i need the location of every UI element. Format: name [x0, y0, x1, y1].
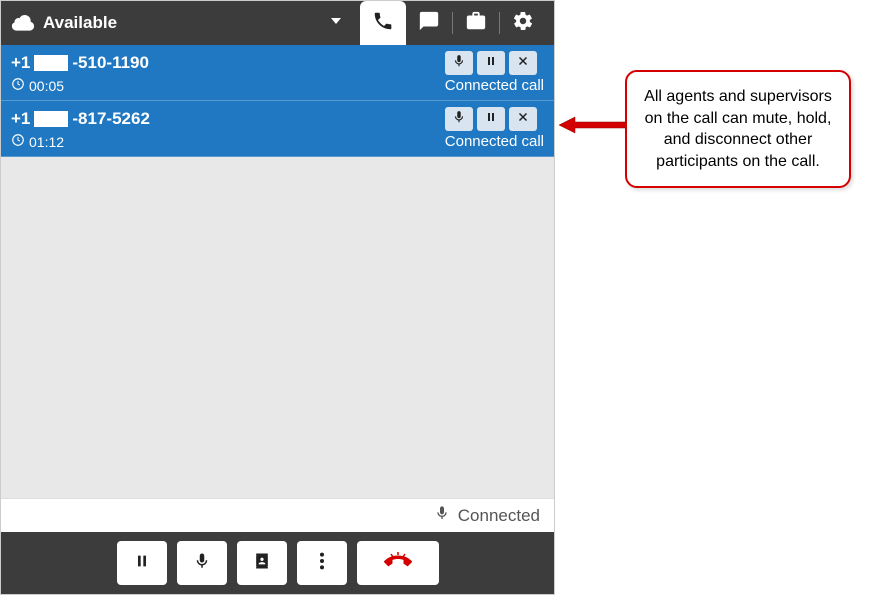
briefcase-icon — [465, 10, 487, 37]
call-list: +1 -510-1190 — [1, 45, 554, 157]
chat-icon — [418, 10, 440, 37]
tab-chat[interactable] — [406, 1, 452, 45]
mute-all-button[interactable] — [177, 541, 227, 585]
call-duration: 01:12 — [11, 133, 445, 150]
call-duration: 00:05 — [11, 77, 445, 94]
annotation-arrow — [557, 113, 627, 143]
status-text: Available — [43, 13, 117, 33]
connection-status-text: Connected — [458, 506, 540, 526]
body-area — [1, 157, 554, 498]
tab-tasks[interactable] — [453, 1, 499, 45]
call-row[interactable]: +1 -817-5262 — [1, 101, 554, 157]
end-call-button[interactable] — [357, 541, 439, 585]
microphone-icon — [452, 109, 466, 130]
call-number: +1 -510-1190 — [11, 51, 445, 75]
microphone-icon — [193, 550, 211, 577]
clock-icon — [11, 77, 25, 94]
pause-icon — [485, 54, 497, 73]
annotation-callout: All agents and supervisors on the call c… — [625, 70, 851, 188]
call-number-prefix: +1 — [11, 109, 30, 129]
tab-phone[interactable] — [360, 1, 406, 45]
phone-icon — [372, 10, 394, 37]
header-bar: Available — [1, 1, 554, 45]
hold-button[interactable] — [477, 107, 505, 131]
call-number-suffix: -817-5262 — [72, 109, 150, 129]
hangup-icon — [383, 550, 413, 577]
callout-text: All agents and supervisors on the call c… — [644, 88, 832, 170]
gear-icon — [512, 10, 534, 37]
hold-button[interactable] — [477, 51, 505, 75]
ccp-panel: Available — [0, 0, 555, 595]
more-button[interactable] — [297, 541, 347, 585]
call-status: Connected call — [445, 77, 544, 94]
more-vertical-icon — [319, 550, 325, 577]
pause-icon — [134, 551, 150, 576]
call-row[interactable]: +1 -510-1190 — [1, 45, 554, 101]
close-icon — [517, 54, 529, 72]
connection-status-bar: Connected — [1, 498, 554, 532]
duration-text: 00:05 — [29, 78, 64, 94]
microphone-icon — [434, 504, 450, 527]
hold-all-button[interactable] — [117, 541, 167, 585]
pause-icon — [485, 110, 497, 129]
mute-button[interactable] — [445, 107, 473, 131]
redacted-area — [34, 55, 68, 71]
microphone-icon — [452, 53, 466, 74]
dialpad-button[interactable] — [237, 541, 287, 585]
call-number-prefix: +1 — [11, 53, 30, 73]
footer-controls — [1, 532, 554, 594]
cloud-icon — [11, 11, 35, 36]
call-status: Connected call — [445, 133, 544, 150]
agent-status-dropdown[interactable]: Available — [11, 11, 320, 36]
header-tabs — [360, 1, 546, 45]
clock-icon — [11, 133, 25, 150]
duration-text: 01:12 — [29, 134, 64, 150]
redacted-area — [34, 111, 68, 127]
contacts-icon — [252, 550, 272, 577]
call-actions — [445, 107, 544, 131]
call-actions — [445, 51, 544, 75]
call-number: +1 -817-5262 — [11, 107, 445, 131]
tab-settings[interactable] — [500, 1, 546, 45]
mute-button[interactable] — [445, 51, 473, 75]
close-icon — [517, 110, 529, 128]
disconnect-button[interactable] — [509, 107, 537, 131]
call-number-suffix: -510-1190 — [72, 53, 149, 73]
disconnect-button[interactable] — [509, 51, 537, 75]
chevron-down-icon[interactable] — [328, 13, 344, 34]
